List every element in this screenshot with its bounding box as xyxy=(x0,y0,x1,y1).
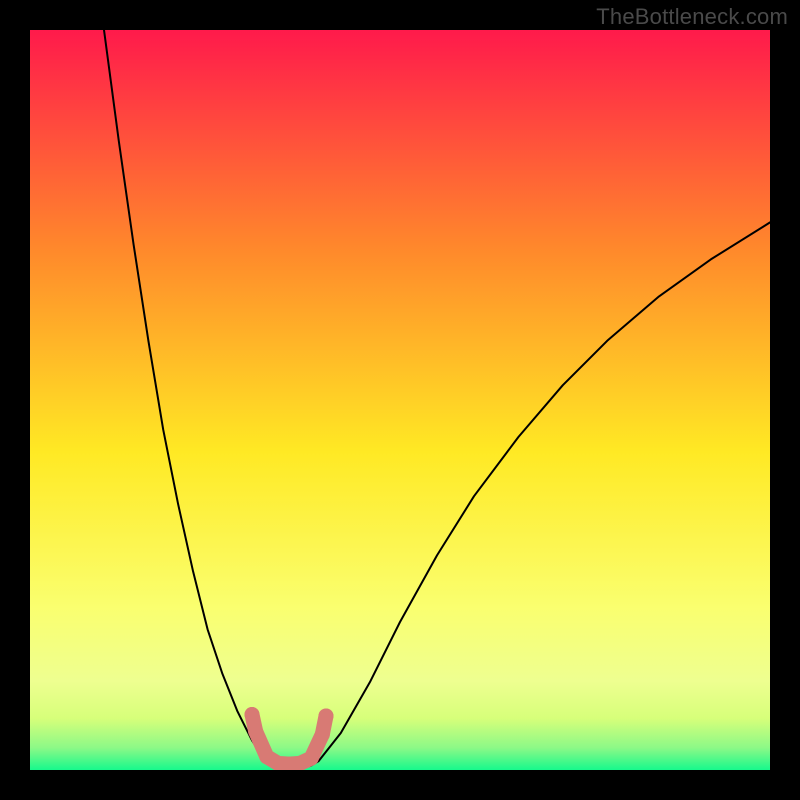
plot-area xyxy=(30,30,770,770)
chart-container: TheBottleneck.com xyxy=(0,0,800,800)
watermark-text: TheBottleneck.com xyxy=(596,4,788,30)
chart-svg xyxy=(30,30,770,770)
gradient-background xyxy=(30,30,770,770)
